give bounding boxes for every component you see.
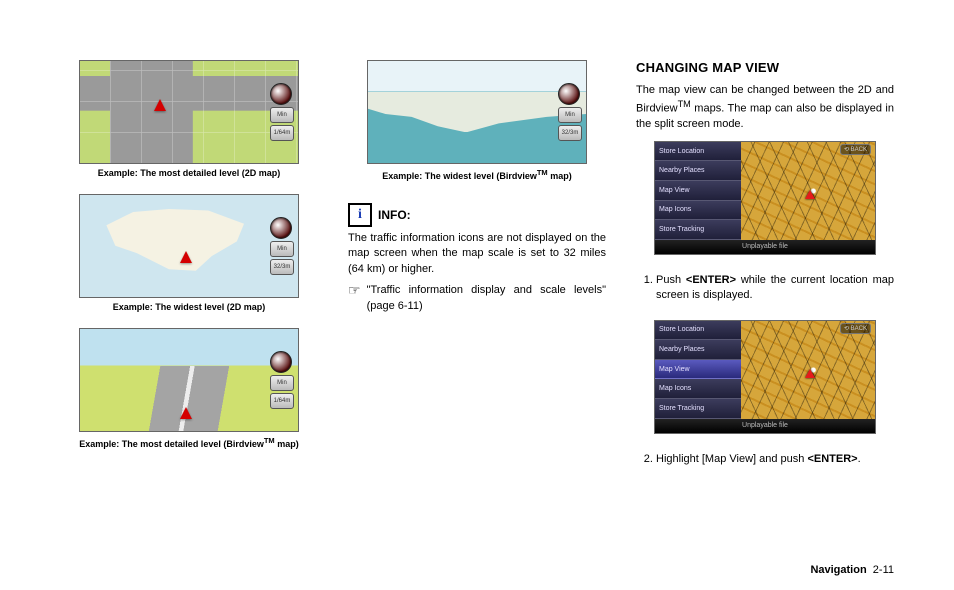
compass-icon (270, 351, 292, 373)
scale-readout: 32/3m (270, 259, 294, 275)
menu-item: Map Icons (655, 201, 741, 221)
figure-caption: Example: The widest level (BirdviewTM ma… (382, 168, 571, 181)
figure-caption: Example: The widest level (2D map) (113, 302, 266, 312)
shoreline-shape (368, 92, 586, 133)
section-intro: The map view can be changed between the … (636, 83, 894, 133)
side-menu: Store Location Nearby Places Map View Ma… (655, 321, 741, 419)
info-heading-row: i INFO: (348, 203, 606, 227)
menu-item: Nearby Places (655, 340, 741, 360)
status-bar: Unplayable file (655, 419, 875, 433)
trademark-superscript: TM (537, 168, 548, 177)
footer-section: Navigation (810, 564, 866, 576)
zoom-controls: Min 32/3m (558, 83, 582, 141)
nav-menu-screenshot: Store Location Nearby Places Map View Ma… (654, 141, 876, 255)
step-text: Highlight [Map View] and push (656, 453, 807, 465)
column-3: CHANGING MAP VIEW The map view can be ch… (636, 60, 894, 590)
step-2: Highlight [Map View] and push <ENTER>. (656, 452, 894, 467)
figure-birdview-widest: Min 32/3m Example: The widest level (Bir… (348, 60, 606, 191)
vehicle-marker-icon (180, 407, 192, 419)
figure-caption: Example: The most detailed level (Birdvi… (79, 436, 298, 449)
menu-item: Map View (655, 181, 741, 201)
menu-item: Store Tracking (655, 220, 741, 240)
xref-text: "Traffic information display and scale l… (367, 283, 606, 314)
step-list-continued: Highlight [Map View] and push <ENTER>. (636, 448, 894, 471)
vehicle-marker-icon (805, 190, 815, 199)
side-menu: Store Location Nearby Places Map View Ma… (655, 142, 741, 240)
enter-key: <ENTER> (686, 274, 736, 286)
info-icon: i (348, 203, 372, 227)
caption-text: map) (548, 171, 572, 181)
enter-key: <ENTER> (807, 453, 857, 465)
compass-icon (558, 83, 580, 105)
cross-reference: ☞ "Traffic information display and scale… (348, 283, 606, 314)
hand-pointer-icon: ☞ (348, 283, 361, 297)
figure-birdview-detailed: Min 1/64m Example: The most detailed lev… (60, 328, 318, 459)
scale-button: Min (270, 107, 294, 123)
column-2: Min 32/3m Example: The widest level (Bir… (348, 60, 606, 590)
page-footer: Navigation 2-11 (810, 564, 894, 576)
back-button: ⟲ BACK (840, 323, 871, 334)
scale-button: Min (270, 241, 294, 257)
vehicle-marker-icon (805, 369, 815, 378)
compass-icon (270, 83, 292, 105)
scale-button: Min (558, 107, 582, 123)
scale-button: Min (270, 375, 294, 391)
caption-text: Example: The most detailed level (Birdvi… (79, 439, 264, 449)
manual-page: Min 1/64m Example: The most detailed lev… (0, 0, 954, 590)
figure-menu-default: Store Location Nearby Places Map View Ma… (636, 137, 894, 259)
figure-2d-widest: Min 32/3m Example: The widest level (2D … (60, 194, 318, 322)
vehicle-marker-icon (154, 99, 166, 111)
trademark-superscript: TM (264, 436, 275, 445)
step-text: Push (656, 274, 686, 286)
vehicle-marker-icon (180, 251, 192, 263)
figure-caption: Example: The most detailed level (2D map… (98, 168, 281, 178)
scale-readout: 32/3m (558, 125, 582, 141)
menu-item: Store Location (655, 142, 741, 162)
column-1: Min 1/64m Example: The most detailed lev… (60, 60, 318, 590)
scale-readout: 1/64m (270, 125, 294, 141)
step-text: . (858, 453, 861, 465)
caption-text: Example: The widest level (Birdview (382, 171, 537, 181)
zoom-controls: Min 32/3m (270, 217, 294, 275)
zoom-controls: Min 1/64m (270, 351, 294, 409)
menu-item: Map Icons (655, 379, 741, 399)
info-body-text: The traffic information icons are not di… (348, 231, 606, 277)
menu-item: Store Tracking (655, 399, 741, 419)
figure-menu-highlight: Store Location Nearby Places Map View Ma… (636, 316, 894, 438)
menu-item: Nearby Places (655, 161, 741, 181)
figure-2d-detailed: Min 1/64m Example: The most detailed lev… (60, 60, 318, 188)
road-shape (80, 366, 298, 431)
step-1: Push <ENTER> while the current location … (656, 273, 894, 304)
section-heading: CHANGING MAP VIEW (636, 60, 894, 75)
info-label: INFO: (378, 208, 411, 222)
caption-text: map) (275, 439, 299, 449)
continent-shape (97, 203, 276, 276)
status-bar: Unplayable file (655, 240, 875, 254)
compass-icon (270, 217, 292, 239)
nav-menu-screenshot-highlighted: Store Location Nearby Places Map View Ma… (654, 320, 876, 434)
menu-item-selected: Map View (655, 360, 741, 380)
trademark-superscript: TM (678, 99, 691, 109)
back-button: ⟲ BACK (840, 144, 871, 155)
map-screenshot-birdview-wide: Min 32/3m (367, 60, 587, 164)
step-list: Push <ENTER> while the current location … (636, 269, 894, 308)
scale-readout: 1/64m (270, 393, 294, 409)
footer-page-number: 2-11 (873, 564, 894, 576)
map-screenshot-2d-wide: Min 32/3m (79, 194, 299, 298)
map-screenshot-birdview-close: Min 1/64m (79, 328, 299, 432)
map-screenshot-2d-close: Min 1/64m (79, 60, 299, 164)
menu-item: Store Location (655, 321, 741, 341)
zoom-controls: Min 1/64m (270, 83, 294, 141)
